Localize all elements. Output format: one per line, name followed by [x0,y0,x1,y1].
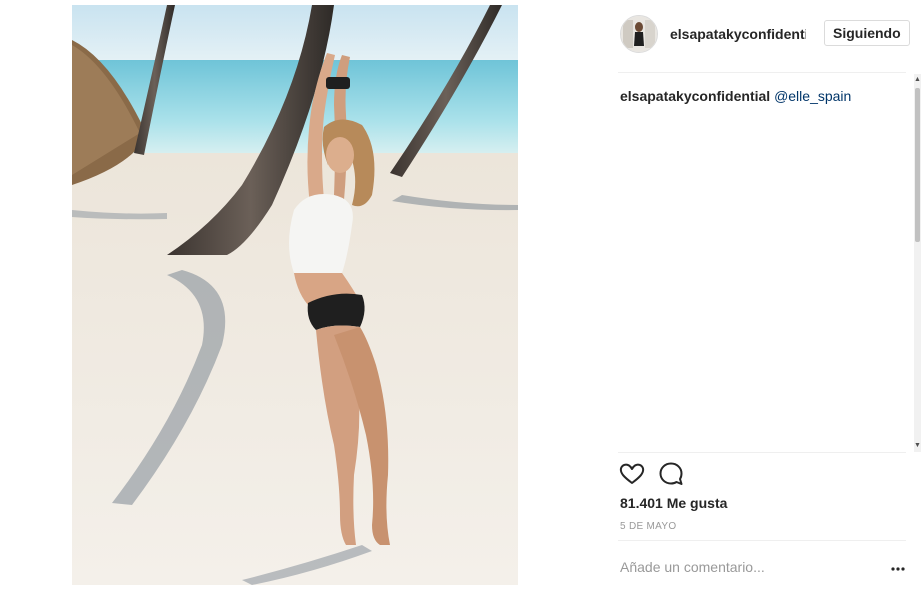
comment-divider [618,540,906,541]
post-actions [618,460,718,490]
comments-scrollbar[interactable]: ▲ ▼ [914,74,921,452]
more-options-icon[interactable] [888,556,908,576]
post-header: elsapatakyconfidential Siguiendo [618,14,910,54]
comment-input[interactable] [620,559,870,575]
avatar-image [621,16,657,52]
scroll-up-arrow-icon[interactable]: ▲ [914,76,921,84]
scroll-down-arrow-icon[interactable]: ▼ [914,442,921,450]
caption-mention[interactable]: @elle_spain [774,88,851,104]
following-button[interactable]: Siguiendo [824,20,910,46]
post-date[interactable]: 5 DE MAYO [620,521,676,532]
heart-icon[interactable] [618,460,646,488]
post-caption: elsapatakyconfidential @elle_spain [620,87,900,105]
scrollbar-thumb[interactable] [915,88,920,242]
post-username[interactable]: elsapatakyconfidential [670,26,806,42]
post-side-panel: elsapatakyconfidential Siguiendo elsapat… [618,0,921,591]
header-divider [618,72,906,73]
likes-count[interactable]: 81.401 Me gusta [620,495,727,511]
beach-photo-illustration [72,5,518,585]
comment-icon[interactable] [657,460,685,488]
caption-username[interactable]: elsapatakyconfidential [620,88,770,104]
actions-divider [618,452,906,453]
post-photo[interactable] [72,5,518,585]
avatar[interactable] [620,15,658,53]
